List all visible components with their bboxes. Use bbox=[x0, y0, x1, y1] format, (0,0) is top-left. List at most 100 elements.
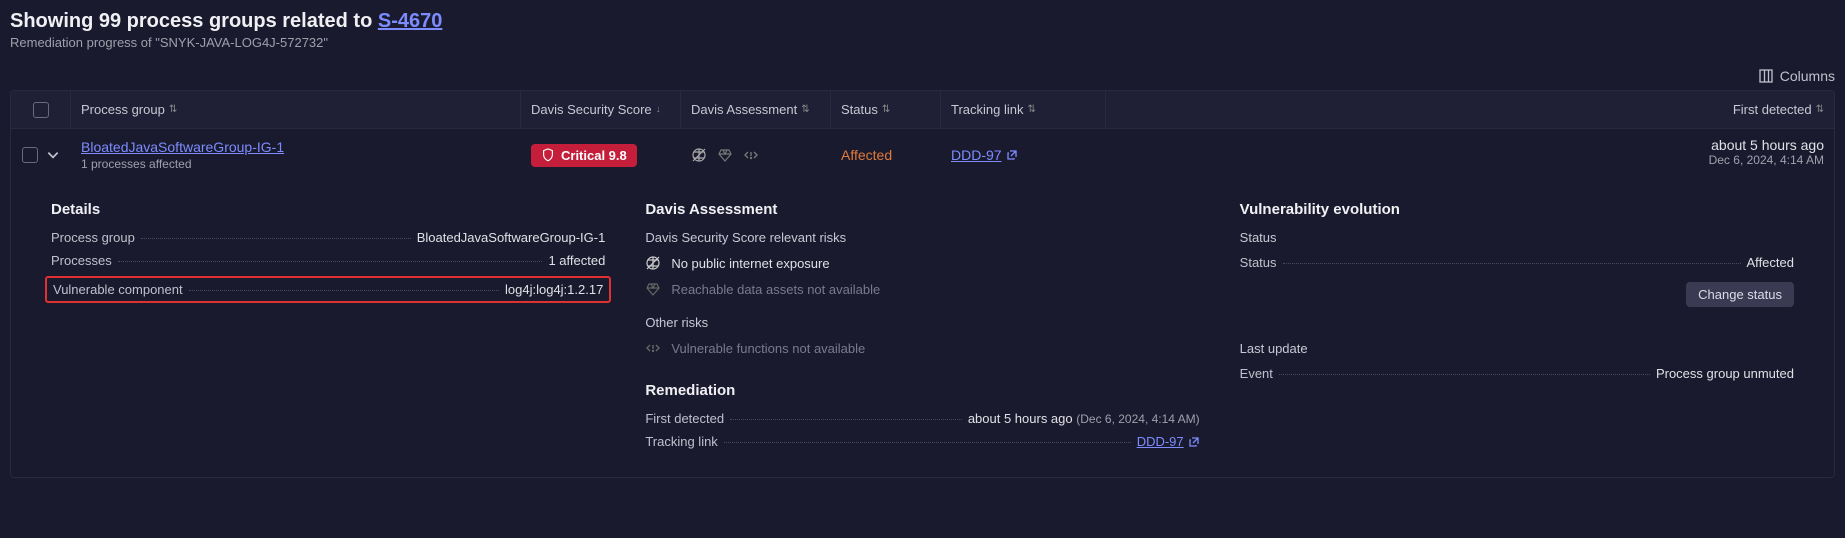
tracking-link-label: DDD-97 bbox=[951, 147, 1002, 163]
details-heading: Details bbox=[51, 201, 605, 218]
shield-icon bbox=[541, 148, 555, 162]
kv-dots bbox=[1279, 374, 1650, 375]
col-status[interactable]: Status ⇅ bbox=[831, 91, 941, 128]
other-risks-sub: Other risks bbox=[645, 315, 1199, 330]
page-subtitle: Remediation progress of "SNYK-JAVA-LOG4J… bbox=[10, 35, 1835, 50]
sort-icon: ⇅ bbox=[1027, 104, 1035, 115]
kv-first-detected: First detected about 5 hours ago (Dec 6,… bbox=[645, 411, 1199, 426]
sort-down-icon: ↓ bbox=[656, 104, 661, 115]
col-tracking[interactable]: Tracking link ⇅ bbox=[941, 91, 1106, 128]
cell-dss: Critical 9.8 bbox=[521, 129, 681, 181]
col-first-detected-label: First detected bbox=[1733, 102, 1812, 117]
kv-key: Process group bbox=[51, 230, 135, 245]
status-sub: Status bbox=[1240, 230, 1794, 245]
kv-dots bbox=[724, 442, 1131, 443]
col-process-group[interactable]: Process group ⇅ bbox=[71, 91, 521, 128]
title-prefix: Showing 99 process groups related to bbox=[10, 10, 378, 32]
row-controls bbox=[11, 129, 71, 181]
details-column: Details Process group BloatedJavaSoftwar… bbox=[51, 201, 605, 457]
first-detected-abs: (Dec 6, 2024, 4:14 AM) bbox=[1076, 412, 1199, 426]
col-tracking-label: Tracking link bbox=[951, 102, 1023, 117]
page-header: Showing 99 process groups related to S-4… bbox=[10, 10, 1835, 50]
diamond-icon bbox=[645, 281, 661, 297]
columns-icon bbox=[1758, 68, 1774, 84]
title-link[interactable]: S-4670 bbox=[378, 10, 443, 32]
dss-risks-sub: Davis Security Score relevant risks bbox=[645, 230, 1199, 245]
select-all-checkbox[interactable] bbox=[33, 102, 49, 118]
kv-value: Process group unmuted bbox=[1656, 366, 1794, 381]
cell-status: Affected bbox=[831, 129, 941, 181]
remediation-heading: Remediation bbox=[645, 382, 1199, 399]
sort-icon: ⇅ bbox=[169, 104, 177, 115]
process-group-link[interactable]: BloatedJavaSoftwareGroup-IG-1 bbox=[81, 139, 284, 155]
kv-dots bbox=[141, 238, 411, 239]
globe-slash-icon bbox=[691, 147, 707, 163]
col-dss[interactable]: Davis Security Score ↓ bbox=[521, 91, 681, 128]
external-link-icon bbox=[1188, 436, 1200, 448]
kv-key: Tracking link bbox=[645, 434, 717, 449]
evolution-column: Vulnerability evolution Status Status Af… bbox=[1240, 201, 1794, 457]
tracking-link[interactable]: DDD-97 bbox=[1137, 434, 1200, 449]
kv-key: Vulnerable component bbox=[53, 282, 183, 297]
kv-key: Processes bbox=[51, 253, 112, 268]
kv-vulnerable-component: Vulnerable component log4j:log4j:1.2.17 bbox=[45, 276, 611, 303]
risk-label: Reachable data assets not available bbox=[671, 282, 880, 297]
cell-process-group: BloatedJavaSoftwareGroup-IG-1 1 processe… bbox=[71, 129, 521, 181]
kv-process-group: Process group BloatedJavaSoftwareGroup-I… bbox=[51, 230, 605, 245]
col-assessment[interactable]: Davis Assessment ⇅ bbox=[681, 91, 831, 128]
col-process-group-label: Process group bbox=[81, 102, 165, 117]
columns-button[interactable]: Columns bbox=[10, 68, 1835, 84]
cell-assessment bbox=[681, 129, 831, 181]
first-detected-rel: about 5 hours ago bbox=[968, 411, 1073, 426]
kv-status: Status Affected bbox=[1240, 255, 1794, 270]
details-panel: Details Process group BloatedJavaSoftwar… bbox=[11, 181, 1834, 477]
kv-value: BloatedJavaSoftwareGroup-IG-1 bbox=[417, 230, 606, 245]
row-checkbox[interactable] bbox=[22, 147, 38, 163]
tracking-link-label: DDD-97 bbox=[1137, 434, 1184, 449]
assessment-column: Davis Assessment Davis Security Score re… bbox=[645, 201, 1199, 457]
kv-tracking-link: Tracking link DDD-97 bbox=[645, 434, 1199, 449]
risk-reachable-na: Reachable data assets not available bbox=[645, 281, 1199, 297]
col-first-detected[interactable]: First detected ⇅ bbox=[1106, 91, 1834, 128]
risk-label: Vulnerable functions not available bbox=[671, 341, 865, 356]
tracking-link[interactable]: DDD-97 bbox=[951, 147, 1018, 163]
sort-icon: ⇅ bbox=[1816, 104, 1824, 115]
process-groups-table: Process group ⇅ Davis Security Score ↓ D… bbox=[10, 90, 1835, 478]
risk-vuln-func-na: Vulnerable functions not available bbox=[645, 340, 1199, 356]
kv-dots bbox=[189, 290, 499, 291]
sort-icon: ⇅ bbox=[882, 104, 890, 115]
process-group-sub: 1 processes affected bbox=[81, 157, 284, 171]
cell-tracking: DDD-97 bbox=[941, 129, 1106, 181]
code-warning-icon bbox=[645, 340, 661, 356]
cell-first-detected: about 5 hours ago Dec 6, 2024, 4:14 AM bbox=[1106, 129, 1834, 181]
table-row: BloatedJavaSoftwareGroup-IG-1 1 processe… bbox=[11, 129, 1834, 181]
kv-value: about 5 hours ago (Dec 6, 2024, 4:14 AM) bbox=[968, 411, 1200, 426]
first-detected-relative: about 5 hours ago bbox=[1116, 137, 1824, 153]
kv-dots bbox=[118, 261, 543, 262]
select-all-cell bbox=[11, 91, 71, 128]
page-title: Showing 99 process groups related to S-4… bbox=[10, 10, 1835, 33]
risk-no-internet: No public internet exposure bbox=[645, 255, 1199, 271]
assessment-heading: Davis Assessment bbox=[645, 201, 1199, 218]
col-dss-label: Davis Security Score bbox=[531, 102, 652, 117]
columns-label: Columns bbox=[1780, 68, 1835, 84]
kv-dots bbox=[1283, 263, 1741, 264]
kv-value: DDD-97 bbox=[1137, 434, 1200, 449]
chevron-down-icon[interactable] bbox=[46, 148, 60, 162]
globe-slash-icon bbox=[645, 255, 661, 271]
table-header-row: Process group ⇅ Davis Security Score ↓ D… bbox=[11, 91, 1834, 129]
kv-value: 1 affected bbox=[548, 253, 605, 268]
kv-event: Event Process group unmuted bbox=[1240, 366, 1794, 381]
external-link-icon bbox=[1006, 149, 1018, 161]
kv-key: Event bbox=[1240, 366, 1273, 381]
diamond-icon bbox=[717, 147, 733, 163]
code-warning-icon bbox=[743, 147, 759, 163]
risk-label: No public internet exposure bbox=[671, 256, 829, 271]
kv-processes: Processes 1 affected bbox=[51, 253, 605, 268]
col-status-label: Status bbox=[841, 102, 878, 117]
status-badge: Affected bbox=[841, 147, 892, 163]
change-status-button[interactable]: Change status bbox=[1686, 282, 1794, 307]
col-assessment-label: Davis Assessment bbox=[691, 102, 797, 117]
kv-dots bbox=[730, 419, 962, 420]
evolution-heading: Vulnerability evolution bbox=[1240, 201, 1794, 218]
